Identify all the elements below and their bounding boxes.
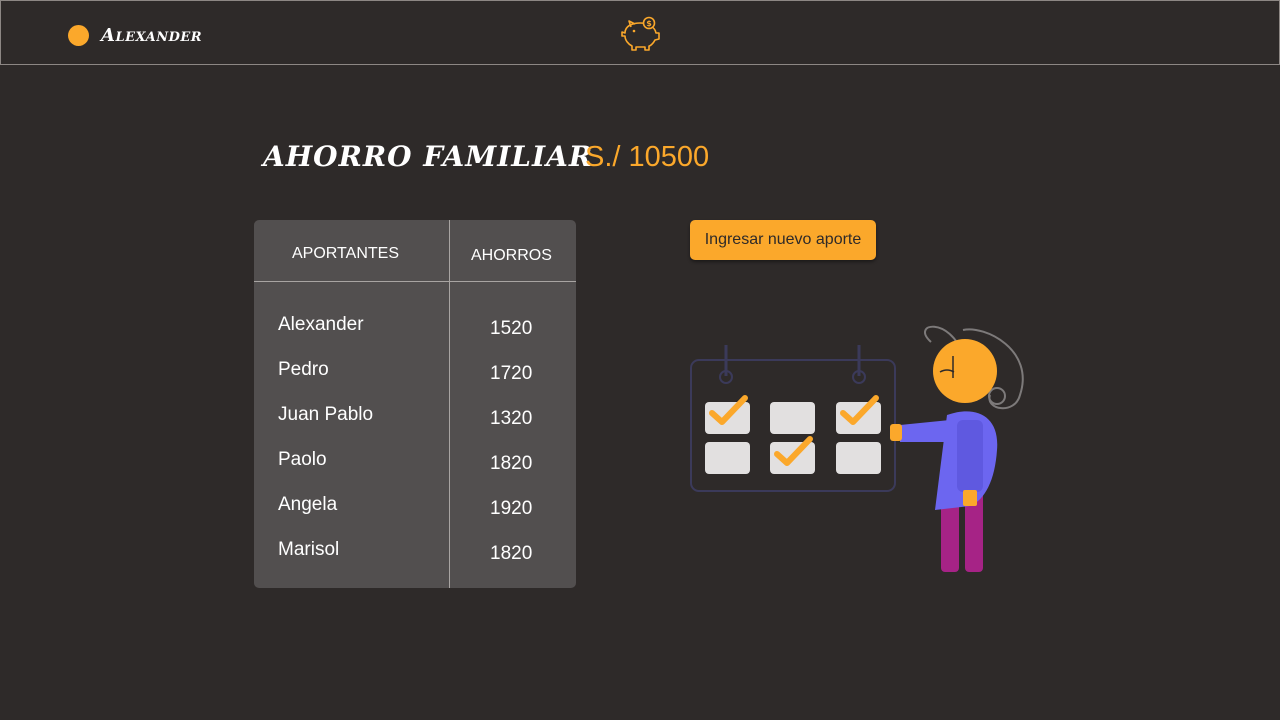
- header-aportantes: APORTANTES: [292, 245, 399, 262]
- total-savings: S./ 10500: [585, 141, 710, 173]
- contributor-amount: 1720: [490, 363, 533, 384]
- header-ahorros: AHORROS: [471, 247, 552, 264]
- contributor-name: Marisol: [278, 539, 340, 560]
- svg-text:$: $: [646, 19, 652, 28]
- contributor-amount: 1820: [490, 453, 533, 474]
- add-contribution-button[interactable]: Ingresar nuevo aporte: [690, 220, 876, 260]
- column-divider: [449, 220, 450, 588]
- contributor-amount: 1820: [490, 543, 533, 564]
- contributor-name: Angela: [278, 494, 338, 515]
- calendar-checklist-illustration: [690, 325, 1024, 572]
- page-title: AHORRO FAMILIAR: [263, 140, 594, 173]
- contributor-amount: 1320: [490, 408, 533, 429]
- contributor-name: Paolo: [278, 449, 327, 470]
- user-avatar-dot[interactable]: [68, 25, 89, 46]
- contributor-name: Pedro: [278, 359, 329, 380]
- contributor-name: Alexander: [278, 314, 364, 335]
- savings-table: APORTANTES AHORROS Alexander 1520 Pedro …: [254, 220, 576, 588]
- contributor-amount: 1520: [490, 318, 533, 339]
- user-name[interactable]: Alexander: [101, 25, 202, 46]
- contributor-name: Juan Pablo: [278, 404, 374, 425]
- header-divider: [254, 281, 576, 282]
- contributor-amount: 1920: [490, 498, 533, 519]
- top-bar: Alexander $: [0, 0, 1280, 65]
- piggy-bank-icon[interactable]: $: [619, 16, 661, 52]
